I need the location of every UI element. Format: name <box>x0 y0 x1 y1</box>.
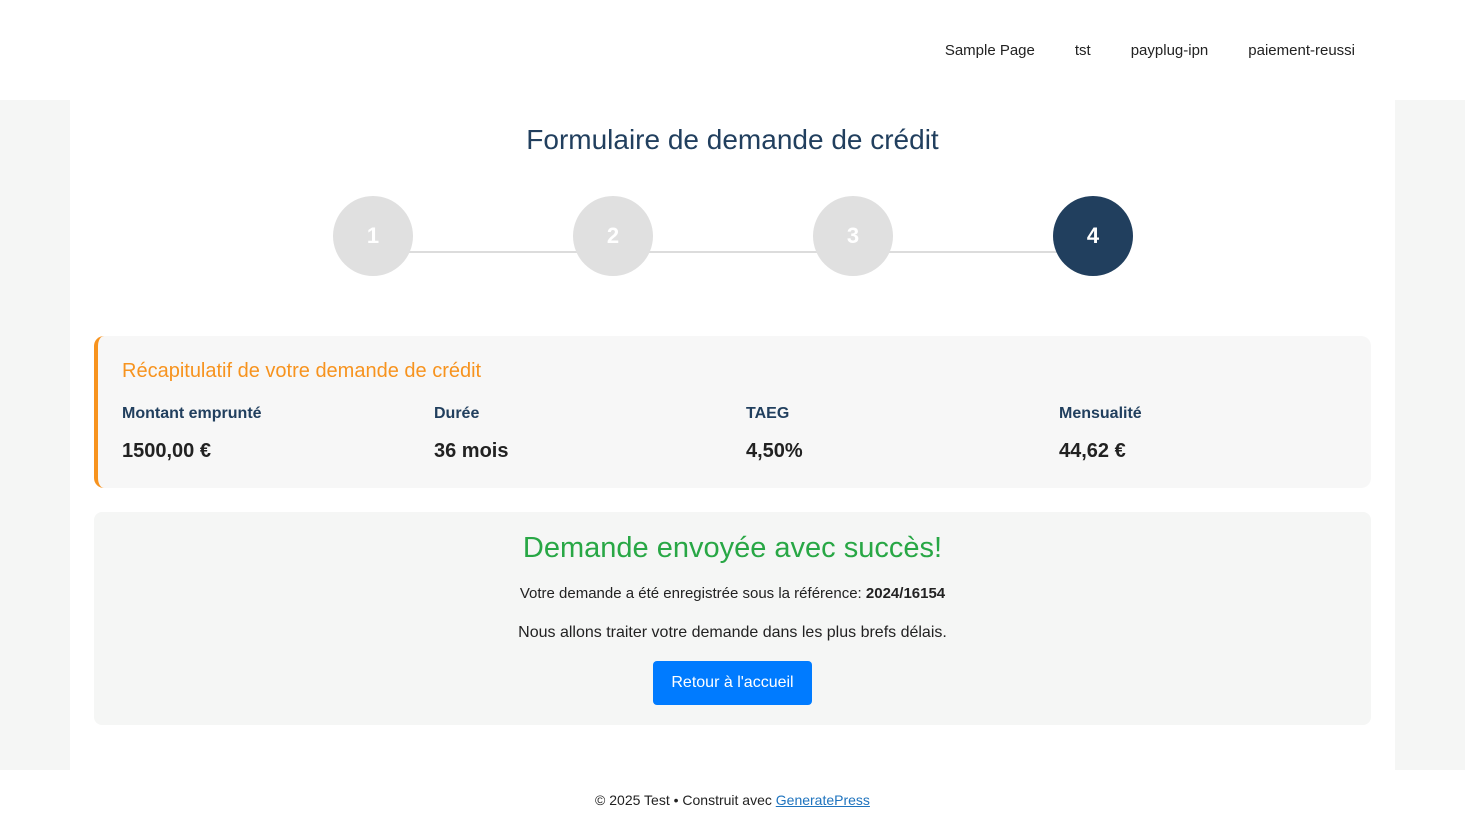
summary-label: TAEG <box>746 405 790 422</box>
summary-value: 1500,00 € <box>122 440 211 462</box>
progress-steps: 1 2 3 4 <box>333 196 1133 276</box>
summary-value: 44,62 € <box>1059 440 1126 462</box>
summary-title: Récapitulatif de votre demande de crédit <box>122 360 482 382</box>
step-1: 1 <box>333 196 413 276</box>
step-2: 2 <box>573 196 653 276</box>
summary-value: 4,50% <box>746 440 803 462</box>
nav-item-tst[interactable]: tst <box>1075 40 1091 62</box>
processing-message: Nous allons traiter votre demande dans l… <box>518 624 947 641</box>
summary-field-amount: Montant emprunté 1500,00 € <box>122 403 422 463</box>
step-3: 3 <box>813 196 893 276</box>
summary-field-duration: Durée 36 mois <box>434 403 734 463</box>
reference-text: Votre demande a été enregistrée sous la … <box>519 585 862 602</box>
steps-connector-line <box>373 251 1093 253</box>
summary-field-taeg: TAEG 4,50% <box>746 403 1046 463</box>
site-body: Formulaire de demande de crédit 1 2 3 4 … <box>0 100 1465 770</box>
summary-label: Mensualité <box>1059 405 1142 422</box>
footer-generatepress-link[interactable]: GeneratePress <box>776 792 870 808</box>
reference-line: Votre demande a été enregistrée sous la … <box>94 585 1371 602</box>
main-content: Formulaire de demande de crédit 1 2 3 4 … <box>70 100 1395 770</box>
credit-summary-card: Récapitulatif de votre demande de crédit… <box>94 336 1371 488</box>
reference-number: 2024/16154 <box>865 585 946 602</box>
nav-item-paiement-reussi[interactable]: paiement-reussi <box>1248 40 1355 62</box>
site-footer: © 2025 Test • Construit avec GeneratePre… <box>0 770 1465 832</box>
nav-item-sample-page[interactable]: Sample Page <box>945 40 1035 62</box>
page-title: Formulaire de demande de crédit <box>526 124 939 155</box>
summary-label: Montant emprunté <box>122 405 262 422</box>
site-header: Sample Page tst payplug-ipn paiement-reu… <box>0 0 1465 100</box>
main-navigation: Sample Page tst payplug-ipn paiement-reu… <box>945 40 1355 62</box>
nav-item-payplug-ipn[interactable]: payplug-ipn <box>1131 40 1209 62</box>
summary-field-monthly: Mensualité 44,62 € <box>1059 403 1359 463</box>
success-panel: Demande envoyée avec succès! Votre deman… <box>94 512 1371 725</box>
footer-copyright: © 2025 Test • Construit avec <box>595 792 772 808</box>
step-4-active: 4 <box>1053 196 1133 276</box>
back-home-button[interactable]: Retour à l'accueil <box>653 661 812 705</box>
summary-value: 36 mois <box>434 440 509 462</box>
success-title: Demande envoyée avec succès! <box>522 532 943 564</box>
summary-label: Durée <box>434 405 480 422</box>
